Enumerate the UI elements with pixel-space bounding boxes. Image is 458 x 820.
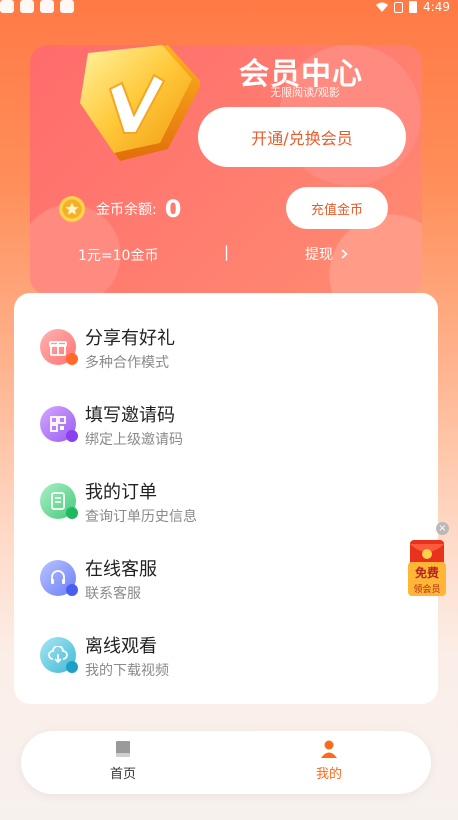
wifi-icon [376,2,389,12]
coin-balance-label: 金币余额: [96,202,157,218]
menu-item-subtitle: 查询订单历史信息 [85,509,197,525]
coin-balance-value: 0 [164,195,182,223]
nav-item-mine[interactable]: 我的 [289,739,369,787]
coin-icon [59,196,85,222]
promo-sublabel: 领会员 [413,585,441,595]
open-membership-button[interactable]: 开通/兑换会员 [198,107,406,167]
menu-item-subtitle: 绑定上级邀请码 [85,432,183,448]
user-icon [321,740,337,758]
close-float-icon[interactable]: × [436,522,449,535]
notification-icon [20,0,34,13]
headset-icon [40,560,78,596]
menu-item-subtitle: 联系客服 [85,586,141,602]
withdraw-label: 提现 [305,247,333,263]
menu-item-invite-code[interactable]: 填写邀请码 绑定上级邀请码 [14,393,438,459]
menu-item-title: 填写邀请码 [85,405,175,426]
bottom-nav: 首页 我的 [21,731,431,794]
download-cloud-icon [40,637,78,673]
exchange-rate-text: 1元=10金币 [78,248,159,264]
notification-icon [40,0,54,13]
nav-item-home[interactable]: 首页 [83,739,163,787]
invite-code-icon [40,406,78,442]
menu-panel: 分享有好礼 多种合作模式 填写邀请码 绑定上级邀请码 我的订单 查询订单历史信息… [14,293,438,704]
promo-label: 免费 [414,566,439,580]
battery-icon [409,1,418,13]
nav-label-home: 首页 [109,767,136,782]
menu-item-subtitle: 多种合作模式 [85,355,169,371]
status-bar: 4:49 [0,0,458,16]
menu-item-share-gift[interactable]: 分享有好礼 多种合作模式 [14,316,438,382]
menu-item-offline-viewing[interactable]: 离线观看 我的下载视频 [14,624,438,690]
menu-item-title: 我的订单 [85,482,157,503]
menu-item-title: 离线观看 [85,636,157,657]
coin-balance-row: 金币余额: 0 [58,195,181,223]
sim-icon [394,1,404,13]
menu-item-customer-service[interactable]: 在线客服 联系客服 [14,547,438,613]
separator: | [224,243,230,261]
free-vip-promo[interactable]: 免费 领会员 [406,538,448,598]
gift-icon [40,329,78,365]
notification-icon [60,0,74,13]
notification-icon [0,0,14,13]
menu-item-title: 在线客服 [85,559,157,580]
order-icon [40,483,78,519]
recharge-coins-button[interactable]: 充值金币 [286,187,388,229]
member-card: 会员中心 无限阅读/观影 开通/兑换会员 金币余额: 0 充值金币 1元=10金… [30,45,422,295]
menu-item-title: 分享有好礼 [85,328,175,349]
book-icon [116,741,130,757]
status-time: 4:49 [423,0,450,14]
menu-item-my-orders[interactable]: 我的订单 查询订单历史信息 [14,470,438,536]
menu-item-subtitle: 我的下载视频 [85,663,169,679]
withdraw-link[interactable]: 提现 [305,244,348,264]
vip-badge-icon [80,45,200,161]
nav-label-mine: 我的 [315,767,342,782]
chevron-right-icon [341,249,348,259]
member-center-subtitle: 无限阅读/观影 [270,86,340,99]
notification-icons [0,0,74,13]
